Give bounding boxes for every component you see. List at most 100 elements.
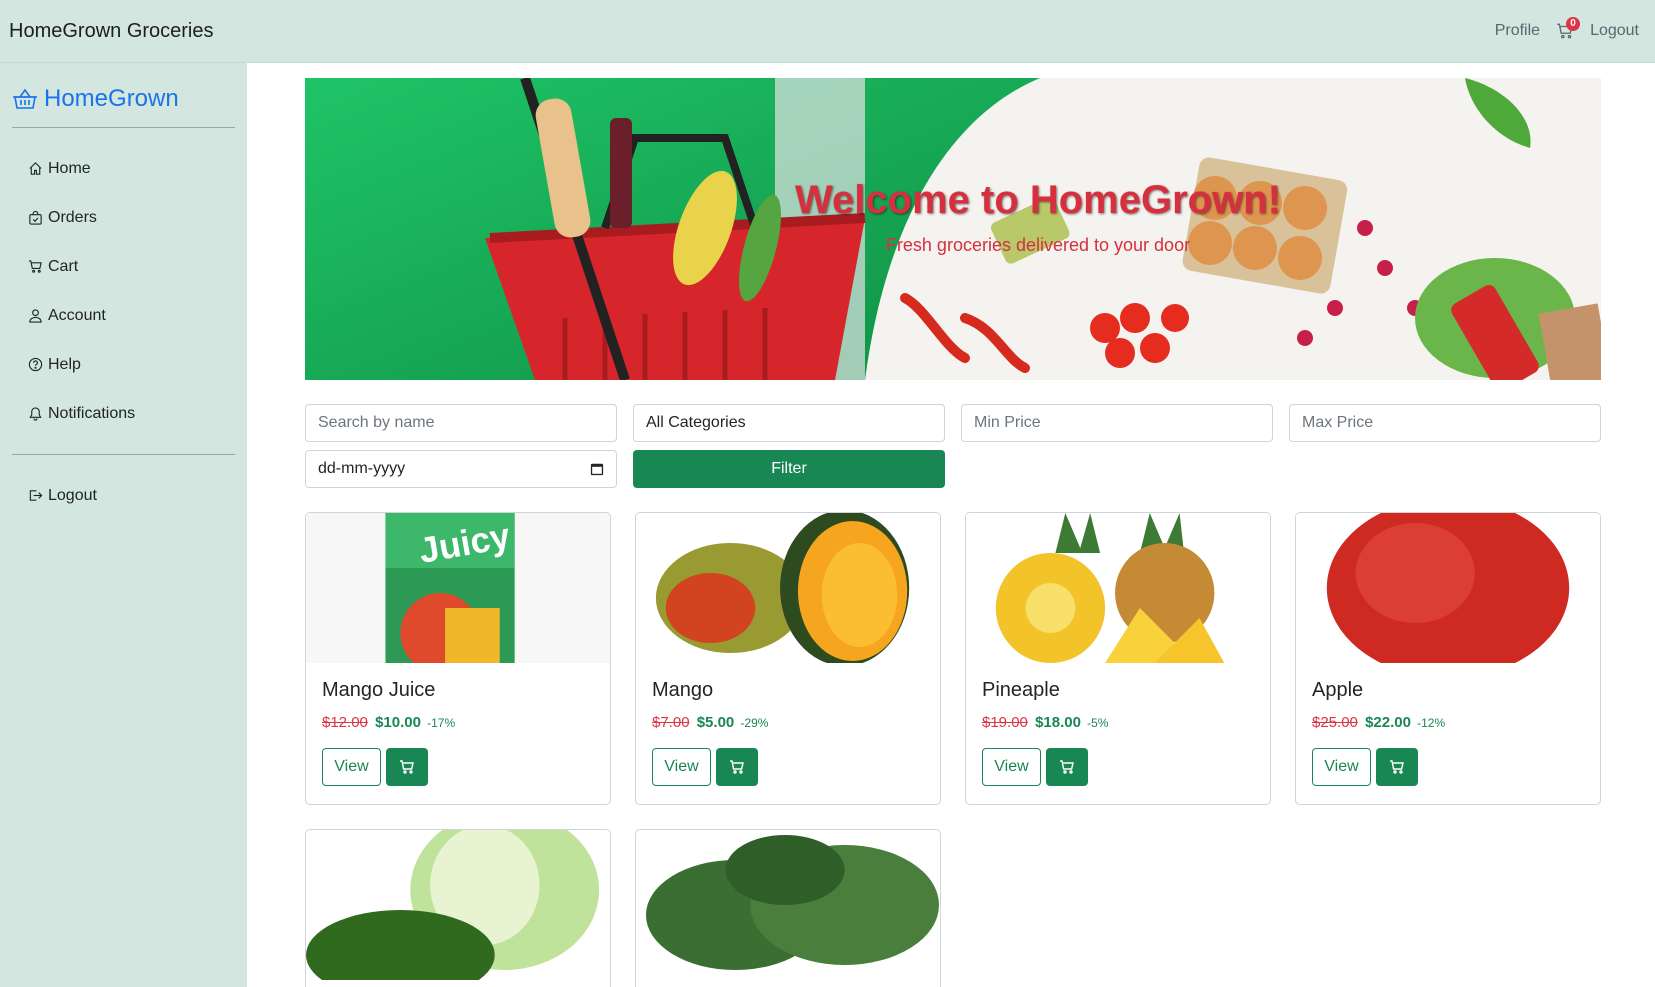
view-button[interactable]: View: [982, 748, 1041, 786]
sidebar-bottom-nav: Logout: [12, 455, 235, 520]
cart-count-badge: 0: [1566, 17, 1581, 31]
add-to-cart-button[interactable]: [716, 748, 758, 786]
product-image-mango: [636, 513, 940, 663]
product-name: Pineaple: [982, 679, 1060, 701]
discount-label: -5%: [1087, 716, 1109, 730]
discount-label: -29%: [740, 716, 769, 730]
bag-check-icon: [29, 210, 42, 225]
product-card: [305, 829, 611, 987]
add-to-cart-button[interactable]: [1046, 748, 1088, 786]
hero-title: Welcome to HomeGrown!: [795, 178, 1281, 222]
product-card: Juicy Mango Juice $12.00 $10.00 -17% Vie…: [305, 512, 611, 805]
new-price: $22.00: [1365, 714, 1411, 731]
sidebar-item-notifications[interactable]: Notifications: [28, 389, 235, 438]
hero-subtitle: Fresh groceries delivered to your door: [885, 235, 1191, 255]
sidebar-item-label: Cart: [48, 257, 79, 275]
filter-button[interactable]: Filter: [633, 450, 945, 488]
old-price: $25.00: [1312, 714, 1358, 731]
cart-icon: [1390, 760, 1404, 774]
cart-icon: [1060, 760, 1074, 774]
logout-icon: [29, 490, 43, 501]
product-card-body: Apple $25.00 $22.00 -12% View: [1296, 663, 1600, 802]
sidebar-item-label: Notifications: [48, 404, 136, 422]
navbar-logout-link[interactable]: Logout: [1590, 22, 1639, 40]
product-card: Mango $7.00 $5.00 -29% View: [635, 512, 941, 805]
product-card-body: Pineaple $19.00 $18.00 -5% View: [966, 663, 1270, 802]
card-actions: View: [1312, 748, 1584, 786]
main-content: Welcome to HomeGrown! Fresh groceries de…: [305, 78, 1601, 987]
product-name: Apple: [1312, 679, 1364, 701]
basket-icon: [13, 88, 37, 109]
navbar-cart-link[interactable]: 0: [1556, 17, 1581, 40]
product-card-body: Mango $7.00 $5.00 -29% View: [636, 663, 940, 802]
discount-label: -12%: [1417, 716, 1446, 730]
sidebar-item-home[interactable]: Home: [28, 144, 235, 193]
sidebar-item-orders[interactable]: Orders: [28, 193, 235, 242]
price-row: $25.00 $22.00 -12%: [1312, 714, 1584, 731]
price-row: $19.00 $18.00 -5%: [982, 714, 1254, 731]
card-actions: View: [322, 748, 594, 786]
old-price: $12.00: [322, 714, 368, 731]
top-navbar: HomeGrown Groceries Profile 0 Logout: [0, 0, 1655, 63]
search-input[interactable]: Search by name: [305, 404, 617, 442]
hero-text: Welcome to HomeGrown! Fresh groceries de…: [305, 178, 1601, 256]
date-input[interactable]: dd-mm-yyyy: [305, 450, 617, 488]
filter-bar: Search by name All Categories Min Price …: [305, 404, 1601, 488]
new-price: $10.00: [375, 714, 421, 731]
sidebar-item-label: Account: [48, 306, 106, 324]
date-input-text: dd-mm-yyyy: [318, 460, 406, 477]
cart-icon: [730, 760, 744, 774]
old-price: $19.00: [982, 714, 1028, 731]
cart-icon: [28, 260, 42, 273]
sidebar-item-label: Orders: [48, 208, 97, 226]
view-button[interactable]: View: [1312, 748, 1371, 786]
product-card: Apple $25.00 $22.00 -12% View: [1295, 512, 1601, 805]
add-to-cart-button[interactable]: [386, 748, 428, 786]
product-card: Pineaple $19.00 $18.00 -5% View: [965, 512, 1271, 805]
old-price: $7.00: [652, 714, 690, 731]
discount-label: -17%: [427, 716, 456, 730]
product-image-pineapple: [966, 513, 1270, 663]
min-price-input[interactable]: Min Price: [961, 404, 1273, 442]
card-actions: View: [982, 748, 1254, 786]
profile-link[interactable]: Profile: [1495, 22, 1540, 40]
hero-banner: Welcome to HomeGrown! Fresh groceries de…: [305, 78, 1601, 380]
product-card-body: Mango Juice $12.00 $10.00 -17% View: [306, 663, 610, 802]
navbar-brand[interactable]: HomeGrown Groceries: [9, 20, 214, 43]
sidebar-brand[interactable]: HomeGrown: [12, 63, 235, 120]
product-image-apple: [1296, 513, 1600, 663]
sidebar-brand-label: HomeGrown: [44, 84, 179, 112]
house-icon: [29, 162, 42, 175]
view-button[interactable]: View: [652, 748, 711, 786]
sidebar-item-logout[interactable]: Logout: [28, 471, 235, 520]
sidebar-item-label: Logout: [48, 486, 97, 504]
price-row: $7.00 $5.00 -29%: [652, 714, 924, 731]
sidebar: HomeGrown Home Orders Cart Account Help …: [0, 63, 247, 987]
product-grid: Juicy Mango Juice $12.00 $10.00 -17% Vie…: [305, 512, 1601, 987]
new-price: $18.00: [1035, 714, 1081, 731]
product-name: Mango Juice: [322, 679, 436, 701]
view-button[interactable]: View: [322, 748, 381, 786]
sidebar-item-account[interactable]: Account: [28, 291, 235, 340]
navbar-links: Profile 0 Logout: [1495, 17, 1639, 40]
card-actions: View: [652, 748, 924, 786]
bell-icon: [29, 407, 42, 421]
calendar-icon[interactable]: [590, 462, 604, 476]
category-select[interactable]: All Categories: [633, 404, 945, 442]
sidebar-item-help[interactable]: Help: [28, 340, 235, 389]
add-to-cart-button[interactable]: [1376, 748, 1418, 786]
question-circle-icon: [28, 357, 43, 372]
product-image-collard-greens: [636, 830, 940, 980]
sidebar-item-cart[interactable]: Cart: [28, 242, 235, 291]
sidebar-item-label: Home: [48, 159, 91, 177]
price-row: $12.00 $10.00 -17%: [322, 714, 594, 731]
product-image-cabbage: [306, 830, 610, 980]
product-name: Mango: [652, 679, 714, 701]
sidebar-item-label: Help: [48, 355, 81, 373]
new-price: $5.00: [696, 714, 735, 731]
person-icon: [29, 309, 42, 323]
max-price-input[interactable]: Max Price: [1289, 404, 1601, 442]
product-image-mango-juice: Juicy: [306, 513, 610, 663]
sidebar-nav: Home Orders Cart Account Help Notificati…: [12, 128, 235, 454]
product-card: [635, 829, 941, 987]
